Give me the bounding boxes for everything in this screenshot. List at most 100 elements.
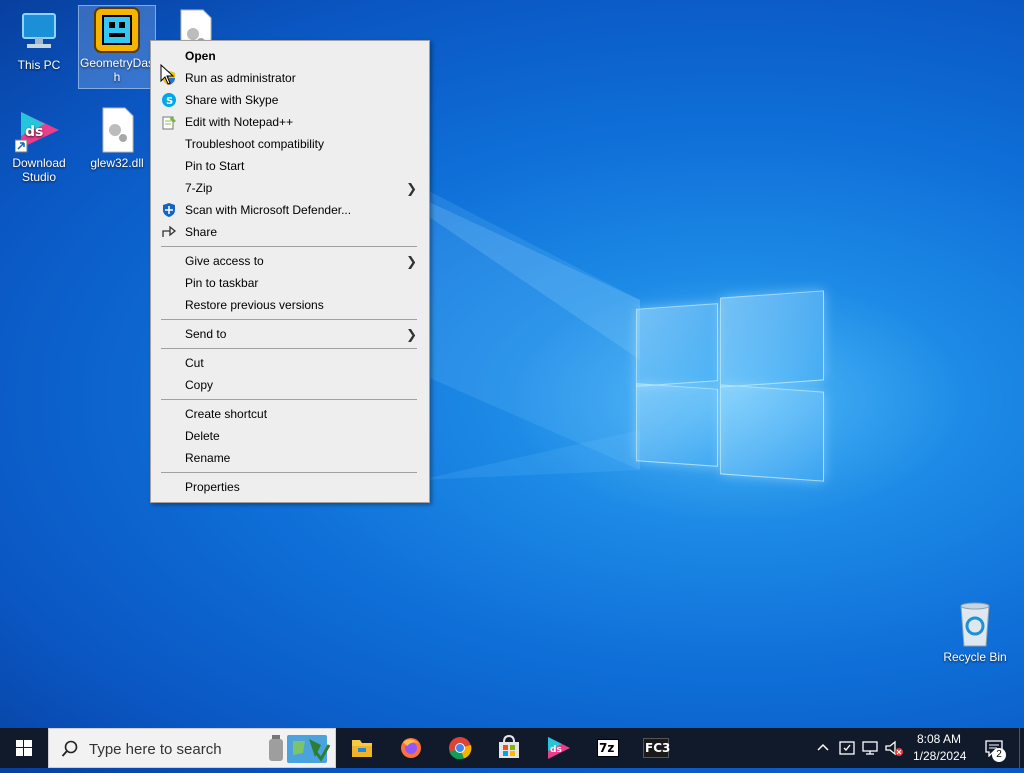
- menu-item-cut[interactable]: Cut: [151, 352, 429, 374]
- download-studio-icon: ds: [548, 737, 570, 759]
- menu-item-rename[interactable]: Rename: [151, 447, 429, 469]
- chrome-icon: [449, 737, 472, 760]
- menu-item-copy[interactable]: Copy: [151, 374, 429, 396]
- svg-text:ds: ds: [25, 124, 43, 140]
- fc3-icon: FC3: [643, 738, 671, 758]
- desktop-icon-label: This PC: [17, 58, 61, 72]
- clock-time: 8:08 AM: [917, 732, 962, 746]
- show-hidden-icons-chevron-icon[interactable]: [815, 740, 831, 756]
- menu-item-7zip[interactable]: 7-Zip ❯: [151, 177, 429, 199]
- svg-text:S: S: [166, 96, 173, 107]
- menu-item-label: Copy: [185, 378, 214, 392]
- 7zip-icon: 7z: [597, 739, 619, 757]
- menu-item-label: Pin to Start: [185, 159, 245, 173]
- share-icon: [161, 224, 177, 240]
- taskbar-firefox[interactable]: [387, 728, 435, 768]
- taskbar-microsoft-store[interactable]: [485, 728, 533, 768]
- windows-start-icon: [16, 740, 32, 756]
- desktop-icon-label: Download Studio: [12, 156, 66, 184]
- menu-separator: [161, 472, 417, 473]
- menu-separator: [161, 319, 417, 320]
- chevron-right-icon: ❯: [406, 181, 417, 196]
- defender-icon: [161, 202, 177, 218]
- menu-item-label: Give access to: [185, 254, 264, 268]
- chevron-right-icon: ❯: [406, 327, 417, 342]
- menu-item-label: Open: [185, 49, 216, 63]
- chevron-right-icon: ❯: [406, 254, 417, 269]
- notification-count-badge: 2: [992, 748, 1006, 762]
- network-icon[interactable]: [861, 739, 879, 757]
- menu-item-share-with-skype[interactable]: S Share with Skype: [151, 89, 429, 111]
- menu-item-create-shortcut[interactable]: Create shortcut: [151, 403, 429, 425]
- menu-item-give-access-to[interactable]: Give access to ❯: [151, 250, 429, 272]
- skype-icon: S: [161, 92, 177, 108]
- menu-item-pin-to-taskbar[interactable]: Pin to taskbar: [151, 272, 429, 294]
- menu-item-properties[interactable]: Properties: [151, 476, 429, 498]
- menu-item-label: Share with Skype: [185, 93, 279, 107]
- file-explorer-icon: [352, 740, 372, 757]
- volume-muted-icon[interactable]: [884, 739, 904, 757]
- menu-item-scan-with-defender[interactable]: Scan with Microsoft Defender...: [151, 199, 429, 221]
- security-tray-icon[interactable]: [838, 739, 856, 757]
- desktop-icon-recycle-bin[interactable]: Recycle Bin: [937, 600, 1013, 664]
- menu-item-troubleshoot-compatibility[interactable]: Troubleshoot compatibility: [151, 133, 429, 155]
- mouse-cursor: [160, 64, 175, 85]
- menu-item-share[interactable]: Share: [151, 221, 429, 243]
- search-icon: [61, 740, 78, 757]
- show-desktop-button[interactable]: [1019, 728, 1024, 768]
- start-button[interactable]: [0, 728, 48, 768]
- desktop-icon-label: Recycle Bin: [943, 650, 1007, 664]
- desktop-icon-label: glew32.dll: [90, 156, 144, 170]
- fc3-icon-text: FC3: [645, 741, 671, 755]
- menu-item-label: 7-Zip: [185, 181, 213, 195]
- notepad-plus-plus-icon: [161, 114, 177, 130]
- menu-item-label: Send to: [185, 327, 227, 341]
- desktop-icon-this-pc[interactable]: This PC: [1, 8, 77, 72]
- 7zip-icon-text: 7z: [599, 741, 615, 755]
- windows-logo-wallpaper: [636, 290, 824, 482]
- menu-item-label: Edit with Notepad++: [185, 115, 294, 129]
- menu-item-send-to[interactable]: Send to ❯: [151, 323, 429, 345]
- taskbar-search-box[interactable]: Type here to search: [48, 728, 336, 768]
- menu-item-label: Create shortcut: [185, 407, 268, 421]
- recycle-bin-icon: [951, 600, 999, 648]
- menu-item-label: Troubleshoot compatibility: [185, 137, 324, 151]
- desktop-icon-geometry-dash[interactable]: GeometryDash: [78, 5, 156, 89]
- menu-item-open[interactable]: Open: [151, 45, 429, 67]
- taskbar-file-explorer[interactable]: [338, 728, 386, 768]
- menu-item-label: Delete: [185, 429, 220, 443]
- action-center-button[interactable]: 2: [976, 728, 1016, 768]
- menu-item-label: Rename: [185, 451, 231, 465]
- desktop-icon-download-studio[interactable]: ds Download Studio: [1, 106, 77, 184]
- dll-file-icon: [93, 106, 141, 154]
- menu-separator: [161, 348, 417, 349]
- taskbar-chrome[interactable]: [436, 728, 484, 768]
- menu-separator: [161, 246, 417, 247]
- menu-item-run-as-administrator[interactable]: Run as administrator: [151, 67, 429, 89]
- search-highlight-icon: [269, 735, 331, 763]
- menu-item-label: Restore previous versions: [185, 298, 324, 312]
- desktop-icon-label: GeometryDash: [79, 56, 155, 84]
- menu-item-label: Share: [185, 225, 218, 239]
- menu-item-label: Scan with Microsoft Defender...: [185, 203, 352, 217]
- clock-date: 1/28/2024: [913, 749, 967, 763]
- desktop-icon-glew32-dll[interactable]: glew32.dll: [79, 106, 155, 170]
- menu-item-edit-with-notepad-plus-plus[interactable]: Edit with Notepad++: [151, 111, 429, 133]
- menu-item-pin-to-start[interactable]: Pin to Start: [151, 155, 429, 177]
- download-studio-icon: ds: [14, 106, 63, 154]
- menu-item-label: Pin to taskbar: [185, 276, 259, 290]
- computer-icon: [15, 8, 63, 56]
- context-menu: Open Run as administrator S Share with S…: [150, 40, 430, 503]
- menu-item-delete[interactable]: Delete: [151, 425, 429, 447]
- svg-text:ds: ds: [550, 745, 562, 755]
- taskbar-fc3[interactable]: FC3: [632, 728, 680, 768]
- menu-item-restore-previous-versions[interactable]: Restore previous versions: [151, 294, 429, 316]
- taskbar-download-studio[interactable]: ds: [534, 728, 582, 768]
- system-clock[interactable]: 8:08 AM 1/28/2024: [908, 728, 970, 768]
- menu-item-label: Run as administrator: [185, 71, 296, 85]
- taskbar-7zip[interactable]: 7z: [583, 728, 631, 768]
- geometry-dash-icon: [93, 6, 141, 54]
- firefox-icon: [401, 738, 421, 758]
- search-placeholder: Type here to search: [89, 741, 222, 758]
- taskbar: Type here to search ds 7z FC3 8:08 AM 1/…: [0, 728, 1024, 768]
